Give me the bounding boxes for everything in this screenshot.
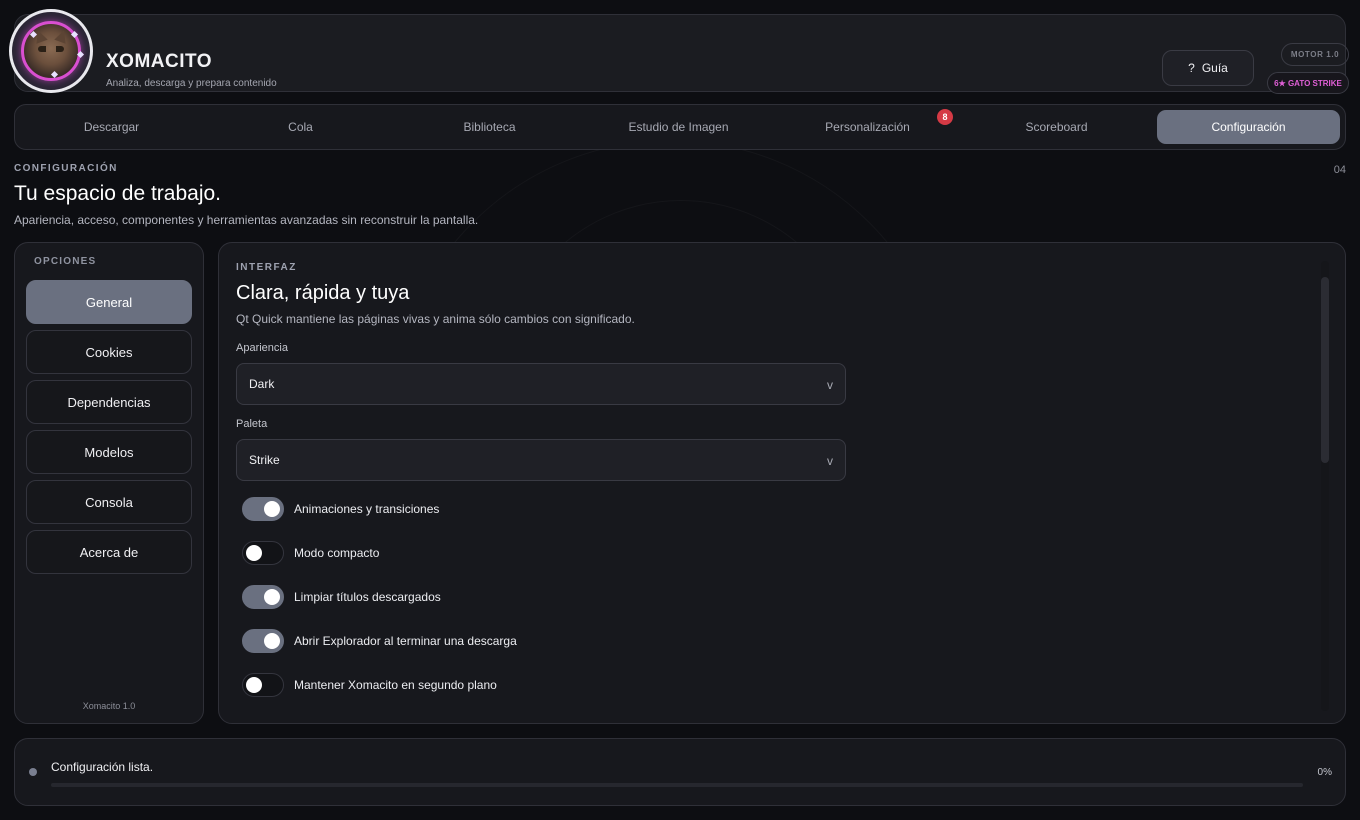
chevron-down-icon: v (827, 378, 833, 392)
toggle-row-open-explorer: Abrir Explorador al terminar una descarg… (242, 629, 517, 653)
status-message: Configuración lista. (51, 760, 154, 774)
sidebar-item-general[interactable]: General (26, 280, 192, 324)
chevron-down-icon: v (827, 454, 833, 468)
guide-button-label: Guía (1201, 61, 1228, 75)
sidebar-item-consola[interactable]: Consola (26, 480, 192, 524)
section-eyebrow: CONFIGURACIÓN (14, 163, 118, 174)
toggle-row-background: Mantener Xomacito en segundo plano (242, 673, 497, 697)
panel-description: Qt Quick mantiene las páginas vivas y an… (236, 312, 635, 326)
sidebar-item-modelos[interactable]: Modelos (26, 430, 192, 474)
page-description: Apariencia, acceso, componentes y herram… (14, 213, 479, 227)
panel-eyebrow: INTERFAZ (236, 262, 297, 273)
panel-title: Clara, rápida y tuya (236, 282, 410, 304)
tab-personalizacion[interactable]: Personalización (776, 110, 959, 144)
panel-scrollbar[interactable] (1321, 261, 1329, 711)
status-dot-icon (29, 768, 37, 776)
toggle-label: Mantener Xomacito en segundo plano (294, 678, 497, 692)
tab-configuracion[interactable]: Configuración (1157, 110, 1340, 144)
progress-bar (51, 783, 1303, 787)
compact-mode-toggle[interactable] (242, 541, 284, 565)
toggle-row-compact: Modo compacto (242, 541, 379, 565)
toggle-label: Animaciones y transiciones (294, 502, 440, 516)
options-sidebar: OPCIONES General Cookies Dependencias Mo… (14, 242, 204, 724)
motor-version-badge: MOTOR 1.0 (1281, 43, 1349, 66)
palette-select[interactable]: Strike v (236, 439, 846, 481)
app-header: XOMACITO Analiza, descarga y prepara con… (14, 14, 1349, 94)
appearance-label: Apariencia (236, 342, 288, 354)
status-bar: Configuración lista. 0% (14, 738, 1346, 806)
toggle-row-clean-titles: Limpiar títulos descargados (242, 585, 441, 609)
sidebar-item-acerca-de[interactable]: Acerca de (26, 530, 192, 574)
tab-estudio-de-imagen[interactable]: Estudio de Imagen (587, 110, 770, 144)
help-icon: ? (1188, 61, 1195, 75)
notification-badge: 8 (937, 109, 953, 125)
appearance-select[interactable]: Dark v (236, 363, 846, 405)
scrollbar-thumb[interactable] (1321, 277, 1329, 463)
clean-titles-toggle[interactable] (242, 585, 284, 609)
appearance-value: Dark (249, 377, 275, 391)
palette-label: Paleta (236, 418, 268, 430)
page-title: Tu espacio de trabajo. (14, 182, 222, 205)
settings-panel: INTERFAZ Clara, rápida y tuya Qt Quick m… (218, 242, 1346, 724)
tab-biblioteca[interactable]: Biblioteca (398, 110, 581, 144)
open-explorer-toggle[interactable] (242, 629, 284, 653)
app-title: XOMACITO (106, 51, 213, 72)
toggle-label: Abrir Explorador al terminar una descarg… (294, 634, 517, 648)
animations-toggle[interactable] (242, 497, 284, 521)
tab-cola[interactable]: Cola (209, 110, 392, 144)
app-version: Xomacito 1.0 (82, 701, 136, 711)
palette-value: Strike (249, 453, 280, 467)
guide-button[interactable]: ? Guía (1162, 50, 1254, 86)
app-subtitle: Analiza, descarga y prepara contenido (106, 78, 277, 89)
toggle-row-animations: Animaciones y transiciones (242, 497, 439, 521)
page-number: 04 (1333, 164, 1346, 176)
sidebar-item-dependencias[interactable]: Dependencias (26, 380, 192, 424)
sidebar-item-cookies[interactable]: Cookies (26, 330, 192, 374)
background-mode-toggle[interactable] (242, 673, 284, 697)
toggle-label: Modo compacto (294, 546, 380, 560)
avatar[interactable] (9, 9, 93, 93)
toggle-label: Limpiar títulos descargados (294, 590, 441, 604)
tab-descargar[interactable]: Descargar (20, 110, 203, 144)
sidebar-heading: OPCIONES (34, 256, 97, 267)
cat-avatar-icon (21, 21, 81, 81)
gato-strike-badge[interactable]: 6★ GATO STRIKE (1267, 72, 1349, 94)
main-tab-bar: Descargar Cola Biblioteca Estudio de Ima… (14, 104, 1346, 150)
tab-scoreboard[interactable]: Scoreboard (965, 110, 1148, 144)
progress-percent: 0% (1317, 767, 1332, 778)
